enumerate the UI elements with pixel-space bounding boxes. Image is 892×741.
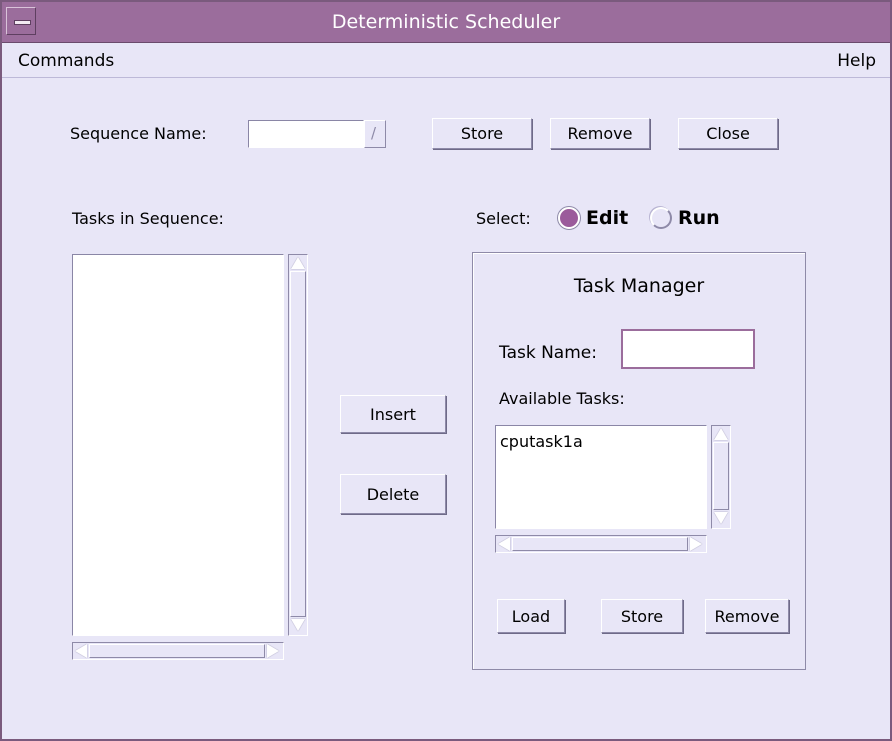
tasks-in-sequence-list[interactable]: [72, 254, 284, 636]
scroll-up-icon[interactable]: [714, 428, 728, 440]
task-name-input[interactable]: [621, 329, 755, 369]
scroll-left-icon[interactable]: [498, 537, 510, 551]
scroll-down-icon[interactable]: [714, 512, 728, 524]
scroll-up-icon[interactable]: [291, 257, 305, 269]
title-bar[interactable]: Deterministic Scheduler: [2, 2, 890, 43]
task-store-button[interactable]: Store: [601, 599, 683, 633]
tasks-in-sequence-hscroll[interactable]: [72, 642, 284, 660]
scroll-thumb[interactable]: [290, 271, 306, 617]
select-label: Select:: [476, 209, 531, 228]
close-button[interactable]: Close: [678, 118, 778, 149]
available-tasks-vscroll[interactable]: [711, 425, 731, 529]
sequence-name-input[interactable]: [248, 120, 364, 148]
menu-help[interactable]: Help: [837, 51, 876, 71]
task-name-label: Task Name:: [499, 343, 597, 363]
sequence-dropdown-button[interactable]: [364, 120, 386, 148]
sequence-name-label: Sequence Name:: [70, 124, 207, 143]
scroll-right-icon[interactable]: [267, 644, 279, 658]
scroll-down-icon[interactable]: [291, 619, 305, 631]
menu-bar: Commands Help: [2, 43, 890, 78]
tasks-in-sequence-vscroll[interactable]: [288, 254, 308, 636]
task-manager-panel: Task Manager Task Name: Available Tasks:…: [472, 252, 806, 670]
sequence-remove-button[interactable]: Remove: [550, 118, 650, 149]
task-manager-title: Task Manager: [573, 275, 705, 297]
scroll-thumb[interactable]: [89, 644, 265, 658]
delete-button[interactable]: Delete: [340, 474, 446, 514]
scroll-left-icon[interactable]: [75, 644, 87, 658]
edit-radio-label[interactable]: Edit: [586, 207, 628, 229]
available-tasks-hscroll[interactable]: [495, 535, 707, 553]
task-remove-button[interactable]: Remove: [705, 599, 789, 633]
available-tasks-label: Available Tasks:: [499, 389, 625, 408]
window-title: Deterministic Scheduler: [331, 11, 561, 33]
run-radio-label[interactable]: Run: [678, 207, 720, 229]
sequence-store-button[interactable]: Store: [432, 118, 532, 149]
tasks-in-sequence-label: Tasks in Sequence:: [72, 209, 224, 228]
load-button[interactable]: Load: [497, 599, 565, 633]
list-item[interactable]: cputask1a: [500, 432, 583, 451]
edit-radio[interactable]: [558, 207, 580, 229]
scroll-right-icon[interactable]: [690, 537, 702, 551]
scheduler-window: Deterministic Scheduler Commands Help Se…: [0, 0, 892, 741]
run-radio[interactable]: [650, 207, 672, 229]
scroll-thumb[interactable]: [512, 537, 688, 551]
insert-button[interactable]: Insert: [340, 395, 446, 433]
scroll-thumb[interactable]: [713, 442, 729, 510]
available-tasks-list[interactable]: cputask1a: [495, 425, 707, 529]
menu-commands[interactable]: Commands: [18, 51, 114, 71]
